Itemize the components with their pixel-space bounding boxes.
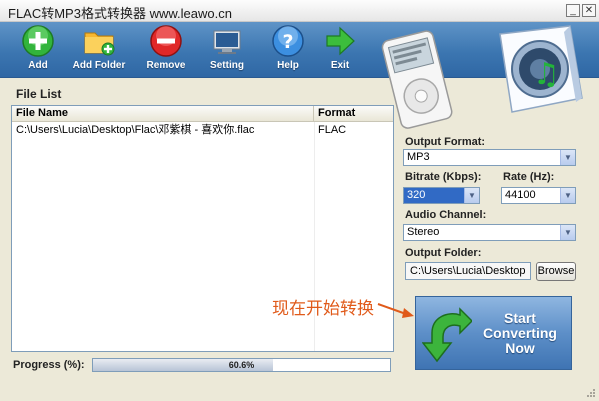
- rate-select[interactable]: 44100 ▼: [501, 187, 576, 204]
- question-icon: ?: [272, 25, 304, 57]
- chevron-down-icon[interactable]: ▼: [560, 225, 575, 240]
- rate-label: Rate (Hz):: [503, 171, 555, 183]
- svg-text:?: ?: [282, 31, 293, 53]
- column-header-file-name[interactable]: File Name: [12, 106, 314, 121]
- file-list-title: File List: [16, 87, 62, 101]
- start-converting-button[interactable]: Start Converting Now: [415, 296, 572, 370]
- bitrate-value: 320: [407, 189, 426, 201]
- speaker-icon: ♫: [499, 25, 583, 113]
- convert-arrow-icon: [422, 307, 472, 363]
- minimize-button[interactable]: _: [566, 4, 580, 17]
- arrow-right-icon: [326, 26, 355, 56]
- file-name-cell: C:\Users\Lucia\Desktop\Flac\邓紫棋 - 喜欢你.fl…: [16, 124, 255, 136]
- chevron-down-icon[interactable]: ▼: [560, 188, 575, 203]
- browse-button[interactable]: Browse: [536, 262, 576, 281]
- output-folder-label: Output Folder:: [405, 247, 482, 259]
- exit-label: Exit: [330, 60, 350, 71]
- exit-button[interactable]: Exit: [308, 24, 372, 74]
- chevron-down-icon[interactable]: ▼: [464, 188, 479, 203]
- chevron-down-icon[interactable]: ▼: [560, 150, 575, 165]
- column-header-format[interactable]: Format: [314, 106, 393, 121]
- window-title: FLAC转MP3格式转换器 www.leawo.cn: [8, 6, 232, 21]
- start-converting-label: Start Converting Now: [483, 310, 557, 356]
- setting-label: Setting: [210, 60, 244, 71]
- add-button[interactable]: Add: [6, 24, 70, 74]
- monitor-icon: [213, 30, 241, 54]
- setting-button[interactable]: Setting: [195, 24, 259, 74]
- folder-add-icon: [84, 32, 115, 56]
- progress-percent: 60.6%: [228, 360, 255, 370]
- audio-channel-value: Stereo: [407, 226, 440, 238]
- format-cell: FLAC: [318, 124, 347, 136]
- table-row[interactable]: C:\Users\Lucia\Desktop\Flac\邓紫棋 - 喜欢你.fl…: [12, 122, 393, 138]
- output-format-select[interactable]: MP3 ▼: [403, 149, 576, 166]
- rate-value: 44100: [505, 189, 536, 201]
- arrow-right-icon: [377, 303, 414, 318]
- toolbar: Add Add Folder Remove Setting ? Help Exi…: [0, 22, 599, 129]
- progress-bar: 60.6%: [92, 358, 391, 372]
- remove-label: Remove: [146, 60, 186, 71]
- output-format-value: MP3: [407, 151, 430, 163]
- start-hint: 现在开始转换: [272, 299, 374, 319]
- svg-text:♫: ♫: [533, 57, 560, 92]
- add-label: Add: [28, 60, 48, 71]
- bitrate-select[interactable]: 320 ▼: [403, 187, 480, 204]
- add-folder-button[interactable]: Add Folder: [67, 24, 131, 74]
- title-bar: FLAC转MP3格式转换器 www.leawo.cn _ ✕: [0, 0, 599, 22]
- plus-icon: [22, 25, 54, 57]
- close-button[interactable]: ✕: [582, 4, 596, 17]
- add-folder-label: Add Folder: [72, 60, 126, 71]
- resize-grip-icon[interactable]: [586, 388, 596, 398]
- remove-button[interactable]: Remove: [134, 24, 198, 74]
- output-format-label: Output Format:: [405, 136, 486, 148]
- progress-label: Progress (%):: [13, 359, 85, 371]
- output-folder-field[interactable]: C:\Users\Lucia\Desktop: [405, 262, 531, 280]
- bitrate-label: Bitrate (Kbps):: [405, 171, 482, 183]
- audio-channel-select[interactable]: Stereo ▼: [403, 224, 576, 241]
- file-list-header: File Name Format: [12, 106, 393, 122]
- audio-channel-label: Audio Channel:: [405, 209, 487, 221]
- minus-icon: [150, 25, 182, 57]
